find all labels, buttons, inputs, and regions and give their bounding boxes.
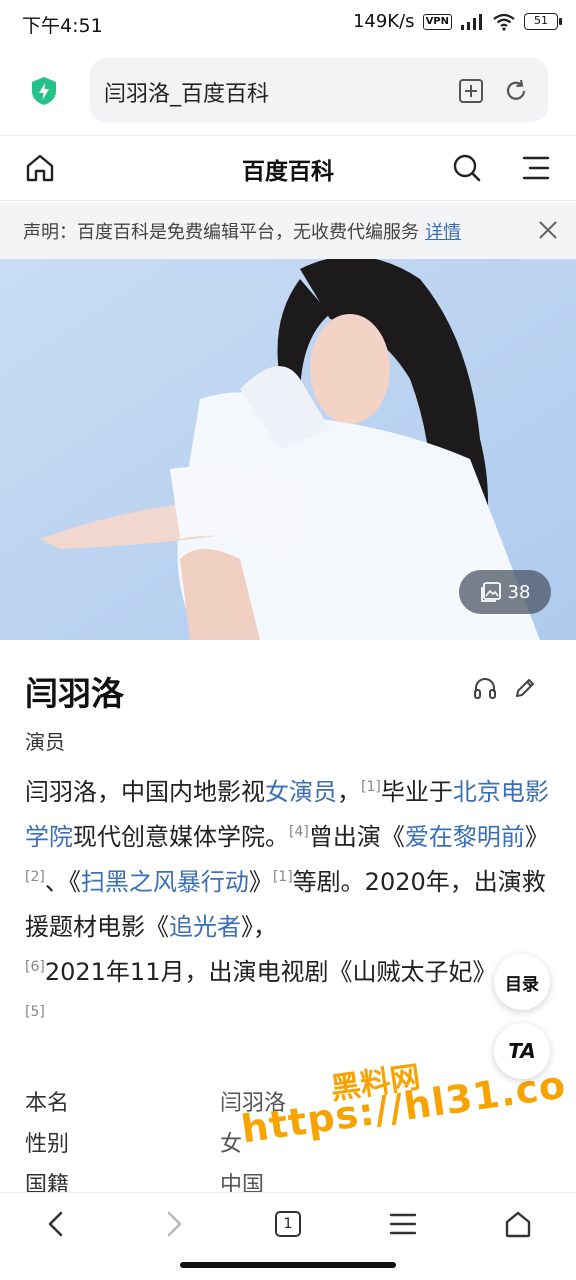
address-bar-text[interactable]: 闫羽洛_百度百科 (104, 76, 269, 108)
chevron-right-icon (167, 1211, 182, 1237)
search-icon[interactable] (451, 152, 483, 184)
add-bookmark-icon[interactable] (457, 77, 485, 105)
vpn-icon: VPN (422, 13, 452, 30)
entry-title: 闫羽洛 (25, 674, 124, 713)
entry-subtitle: 演员 (25, 730, 65, 754)
menu-icon[interactable] (521, 153, 551, 183)
browser-home-button[interactable] (496, 1206, 540, 1242)
summary-text: 》 (248, 868, 273, 896)
audio-icon[interactable] (472, 675, 498, 701)
edit-icon[interactable] (512, 675, 538, 701)
reference-mark[interactable]: [2] (25, 869, 45, 885)
security-shield-icon[interactable] (28, 75, 60, 107)
table-of-contents-button[interactable]: 目录 (494, 954, 550, 1010)
close-icon[interactable] (538, 220, 558, 240)
reference-mark[interactable]: [5] (25, 1004, 45, 1020)
reference-mark[interactable]: [1] (361, 779, 381, 795)
disclaimer-message: 声明：百度百科是免费编辑平台，无收费代编服务 (23, 222, 419, 243)
reference-mark[interactable]: [4] (289, 824, 309, 840)
refresh-icon[interactable] (502, 77, 530, 105)
summary-text: 闫羽洛，中国内地影视 (25, 778, 265, 806)
status-time: 下午4:51 (22, 15, 103, 37)
link-sao-hei[interactable]: 扫黑之风暴行动 (81, 868, 249, 896)
battery-icon: 51 (524, 13, 562, 30)
house-icon (505, 1211, 531, 1238)
summary-text: 2021年11月，出演电视剧《山贼太子妃》 (44, 958, 497, 986)
photo-album-button[interactable]: 38 (459, 570, 551, 614)
reference-mark[interactable]: [1] (273, 869, 293, 885)
home-indicator[interactable] (180, 1262, 396, 1268)
link-actress[interactable]: 女演员 (265, 778, 337, 806)
chevron-left-icon (48, 1211, 63, 1237)
browser-menu-button[interactable] (381, 1206, 425, 1242)
infobox-key: 本名 (25, 1090, 70, 1116)
infobox-value: 女 (220, 1131, 243, 1157)
photo-count: 38 (507, 581, 531, 603)
signal-icon (461, 13, 482, 30)
summary-text: 曾出演《 (308, 823, 405, 851)
link-zhui-guang-zhe[interactable]: 追光者 (169, 913, 241, 941)
back-button[interactable] (34, 1206, 78, 1242)
network-speed: 149K/s (352, 11, 415, 32)
tabs-button[interactable]: 1 (266, 1206, 310, 1242)
summary-text: ， (337, 778, 361, 806)
hamburger-icon (389, 1213, 417, 1235)
ta-button[interactable]: TA (494, 1023, 550, 1079)
status-indicators: 149K/s VPN 51 (352, 11, 562, 32)
summary-text: 现代创意媒体学院。 (73, 823, 289, 851)
summary-text: 、《 (44, 868, 81, 896)
disclaimer-text: 声明：百度百科是免费编辑平台，无收费代编服务 详情 (23, 218, 461, 244)
disclaimer-details-link[interactable]: 详情 (425, 222, 461, 243)
entry-summary: 闫羽洛，中国内地影视女演员，[1]毕业于北京电影学院现代创意媒体学院。[4]曾出… (25, 770, 557, 1040)
summary-text: 》， (241, 913, 277, 941)
wifi-icon (493, 13, 515, 31)
link-ai-zai-li-ming-qian[interactable]: 爱在黎明前 (405, 823, 525, 851)
gallery-icon (480, 582, 501, 602)
summary-text: 》 (524, 823, 549, 851)
summary-text: 毕业于 (380, 778, 453, 806)
site-title[interactable]: 百度百科 (0, 152, 576, 186)
reference-mark[interactable]: [6] (25, 959, 45, 975)
infobox-key: 性别 (25, 1131, 70, 1157)
tab-count: 1 (275, 1211, 301, 1237)
forward-button[interactable] (152, 1206, 196, 1242)
